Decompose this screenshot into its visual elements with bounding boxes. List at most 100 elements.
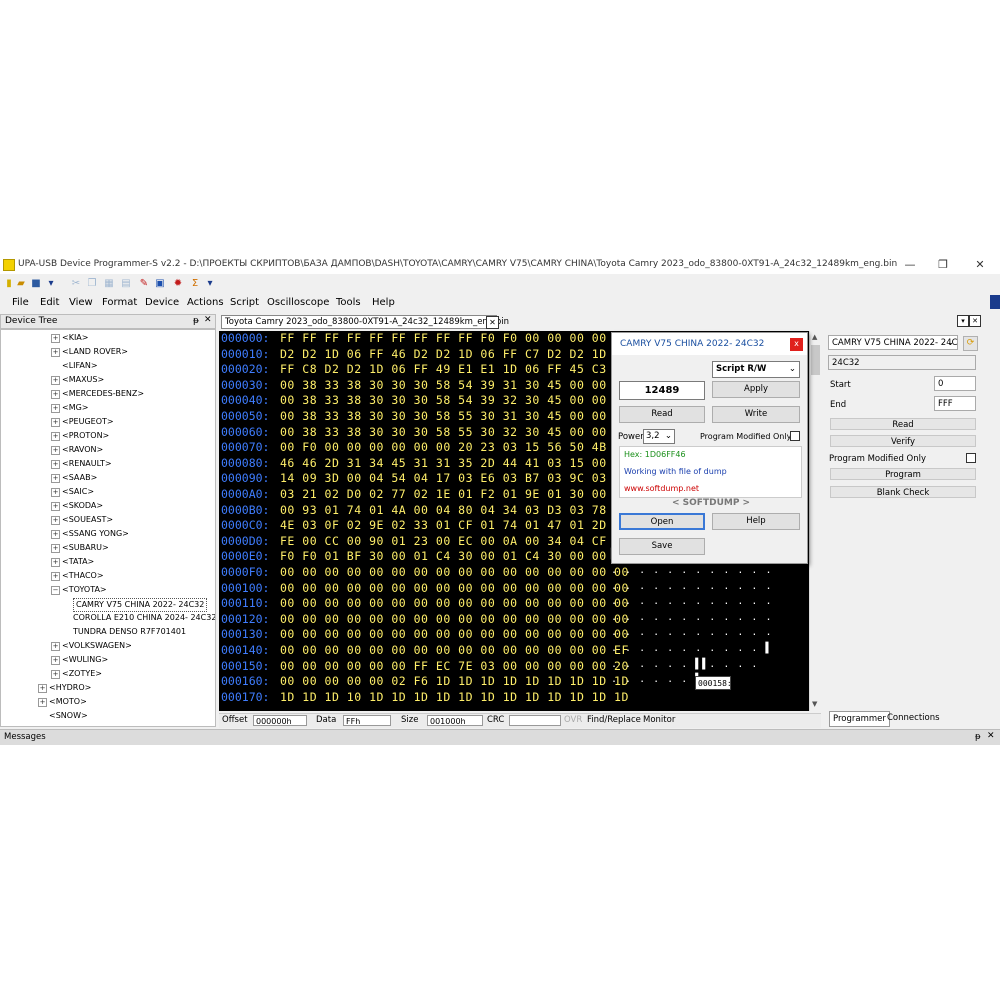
tree-expand-icon[interactable]: +	[51, 642, 60, 651]
offset-field[interactable]: 000000h	[253, 715, 307, 726]
tree-expand-icon[interactable]: +	[51, 656, 60, 665]
chip-icon[interactable]: ▣	[154, 278, 166, 290]
hex-bytes[interactable]: 00 38 33 38 30 30 30 58 55 30 32 30 45 0…	[280, 425, 629, 439]
hex-ascii[interactable]: . . . . . . . . . . . ▌	[611, 643, 772, 654]
toolbar-dropdown-icon[interactable]: ▾	[45, 278, 57, 290]
tree-expand-icon[interactable]: +	[51, 516, 60, 525]
side-dropdown-icon[interactable]	[990, 295, 1000, 309]
tree-item[interactable]: <VOLKSWAGEN>	[62, 640, 132, 652]
scroll-up-icon[interactable]: ▲	[812, 333, 817, 341]
open-button[interactable]: Open	[619, 513, 705, 530]
menu-device[interactable]: Device	[145, 297, 179, 308]
tree-expand-icon[interactable]: +	[51, 544, 60, 553]
hex-ascii[interactable]: . . . . . . ▌	[611, 674, 702, 685]
pin-icon[interactable]: ᵽ	[193, 316, 199, 326]
panel-menu-icon[interactable]: ▾	[957, 315, 969, 327]
tree-expand-icon[interactable]: +	[38, 684, 47, 693]
menu-oscilloscope[interactable]: Oscilloscope	[267, 297, 329, 308]
tree-item[interactable]: COROLLA E210 CHINA 2024- 24C32	[73, 612, 215, 624]
hex-bytes[interactable]: 46 46 2D 31 34 45 31 31 35 2D 44 41 03 1…	[280, 456, 629, 470]
hex-bytes[interactable]: 00 00 00 00 00 00 00 00 00 00 00 00 00 0…	[280, 612, 629, 626]
tree-item[interactable]: <MAXUS>	[62, 374, 104, 386]
hex-ascii[interactable]: . . . . . . . . . . . .	[611, 627, 772, 638]
end-field[interactable]: FFF	[934, 396, 976, 411]
tree-item[interactable]: <HYDRO>	[49, 682, 91, 694]
tree-item[interactable]: <KIA>	[62, 332, 88, 344]
minimize-button[interactable]: —	[895, 257, 925, 272]
load-device-icon[interactable]: ⟳	[963, 336, 978, 351]
hex-bytes[interactable]: FF FF FF FF FF FF FF FF FF F0 F0 00 00 0…	[280, 331, 607, 345]
menu-file[interactable]: File	[12, 297, 29, 308]
hex-bytes[interactable]: 00 38 33 38 30 30 30 58 54 39 32 30 45 0…	[280, 393, 629, 407]
gear-icon[interactable]: ✹	[172, 278, 184, 290]
tree-item[interactable]: CAMRY V75 CHINA 2022- 24C32	[73, 598, 208, 612]
tree-item[interactable]: <LAND ROVER>	[62, 346, 128, 358]
hex-bytes[interactable]: FE 00 CC 00 90 01 23 00 EC 00 0A 00 34 0…	[280, 534, 629, 548]
tree-item[interactable]: <SSANG YONG>	[62, 528, 129, 540]
document-tab[interactable]: Toyota Camry 2023_odo_83800-0XT91-A_24c3…	[221, 315, 509, 329]
hex-bytes[interactable]: 14 09 3D 00 04 54 04 17 03 E6 03 B7 03 9…	[280, 471, 629, 485]
tree-item[interactable]: <SAIC>	[62, 486, 94, 498]
tree-item[interactable]: <MERCEDES-BENZ>	[62, 388, 144, 400]
tree-expand-icon[interactable]: +	[51, 558, 60, 567]
hex-ascii[interactable]: . . . . . . . . . . . .	[611, 565, 772, 576]
hex-ascii[interactable]: . . . . . . . . . . . .	[611, 581, 772, 592]
tree-expand-icon[interactable]: +	[51, 460, 60, 469]
tree-expand-icon[interactable]: +	[51, 670, 60, 679]
close-icon[interactable]: ✕	[204, 315, 212, 325]
km-input[interactable]: 12489	[619, 381, 705, 400]
hex-bytes[interactable]: FF C8 D2 D2 1D 06 FF 49 E1 E1 1D 06 FF 4…	[280, 362, 629, 376]
dialog-close-button[interactable]: x	[790, 338, 803, 351]
dialog-modified-only-checkbox[interactable]	[790, 431, 800, 441]
tree-item[interactable]: <ZOTYE>	[62, 668, 102, 680]
hex-bytes[interactable]: F0 F0 01 BF 30 00 01 C4 30 00 01 C4 30 0…	[280, 549, 629, 563]
hex-bytes[interactable]: 00 00 00 00 00 00 00 00 00 00 00 00 00 0…	[280, 627, 629, 641]
tree-item[interactable]: <WULING>	[62, 654, 108, 666]
hex-bytes[interactable]: 00 00 00 00 00 00 00 00 00 00 00 00 00 0…	[280, 581, 629, 595]
tree-expand-icon[interactable]: +	[51, 376, 60, 385]
blank-check-button[interactable]: Blank Check	[830, 486, 976, 498]
tree-item[interactable]: <SAAB>	[62, 472, 97, 484]
new-file-icon[interactable]: ▮	[3, 278, 15, 290]
hex-bytes[interactable]: 00 38 33 38 30 30 30 58 54 39 31 30 45 0…	[280, 378, 629, 392]
tree-item[interactable]: <SNOW>	[49, 710, 88, 722]
tree-expand-icon[interactable]: +	[51, 334, 60, 343]
tree-item[interactable]: <SUBARU>	[62, 542, 109, 554]
tree-expand-icon[interactable]: +	[51, 530, 60, 539]
tab-connections[interactable]: Connections	[884, 711, 943, 725]
tree-item[interactable]: <TOYOTA>	[62, 584, 107, 596]
hex-bytes[interactable]: 1D 1D 1D 10 1D 1D 1D 1D 1D 1D 1D 1D 1D 1…	[280, 690, 629, 704]
tree-item[interactable]: <PEUGEOT>	[62, 416, 114, 428]
script-select[interactable]: Script R/W ⌄	[712, 361, 800, 378]
maximize-button[interactable]: ❐	[928, 257, 958, 272]
close-button[interactable]: ✕	[965, 257, 995, 272]
read-button[interactable]: Read	[830, 418, 976, 430]
menu-actions[interactable]: Actions	[187, 297, 224, 308]
hex-bytes[interactable]: 00 00 00 00 00 00 00 00 00 00 00 00 00 0…	[280, 565, 629, 579]
tree-expand-icon[interactable]: +	[51, 502, 60, 511]
tree-item[interactable]: <RAVON>	[62, 444, 103, 456]
hex-scrollbar[interactable]: ▲ ▼	[809, 331, 822, 711]
verify-button[interactable]: Verify	[830, 435, 976, 447]
tree-expand-icon[interactable]: +	[51, 404, 60, 413]
menu-tools[interactable]: Tools	[336, 297, 361, 308]
dialog-help-button[interactable]: Help	[712, 513, 800, 530]
menu-format[interactable]: Format	[102, 297, 137, 308]
pin-icon[interactable]: ᵽ	[975, 732, 981, 742]
tab-programmer[interactable]: Programmer	[829, 711, 890, 727]
start-field[interactable]: 0	[934, 376, 976, 391]
tree-expand-icon[interactable]: −	[51, 586, 60, 595]
tree-expand-icon[interactable]: +	[51, 572, 60, 581]
scroll-thumb[interactable]	[811, 345, 820, 375]
tree-expand-icon[interactable]: +	[51, 488, 60, 497]
cut-icon[interactable]: ✂	[70, 278, 82, 290]
apply-button[interactable]: Apply	[712, 381, 800, 398]
tree-item[interactable]: <RENAULT>	[62, 458, 112, 470]
device-select[interactable]: CAMRY V75 CHINA 2022- 24C ⌄	[828, 335, 958, 350]
toolbar-dropdown-2-icon[interactable]: ▾	[204, 278, 216, 290]
power-select[interactable]: 3,2 ⌄	[643, 429, 675, 444]
size-field[interactable]: 001000h	[427, 715, 483, 726]
close-tab-icon[interactable]: ✕	[486, 316, 499, 329]
tree-item[interactable]: <TATA>	[62, 556, 94, 568]
dialog-write-button[interactable]: Write	[712, 406, 800, 423]
